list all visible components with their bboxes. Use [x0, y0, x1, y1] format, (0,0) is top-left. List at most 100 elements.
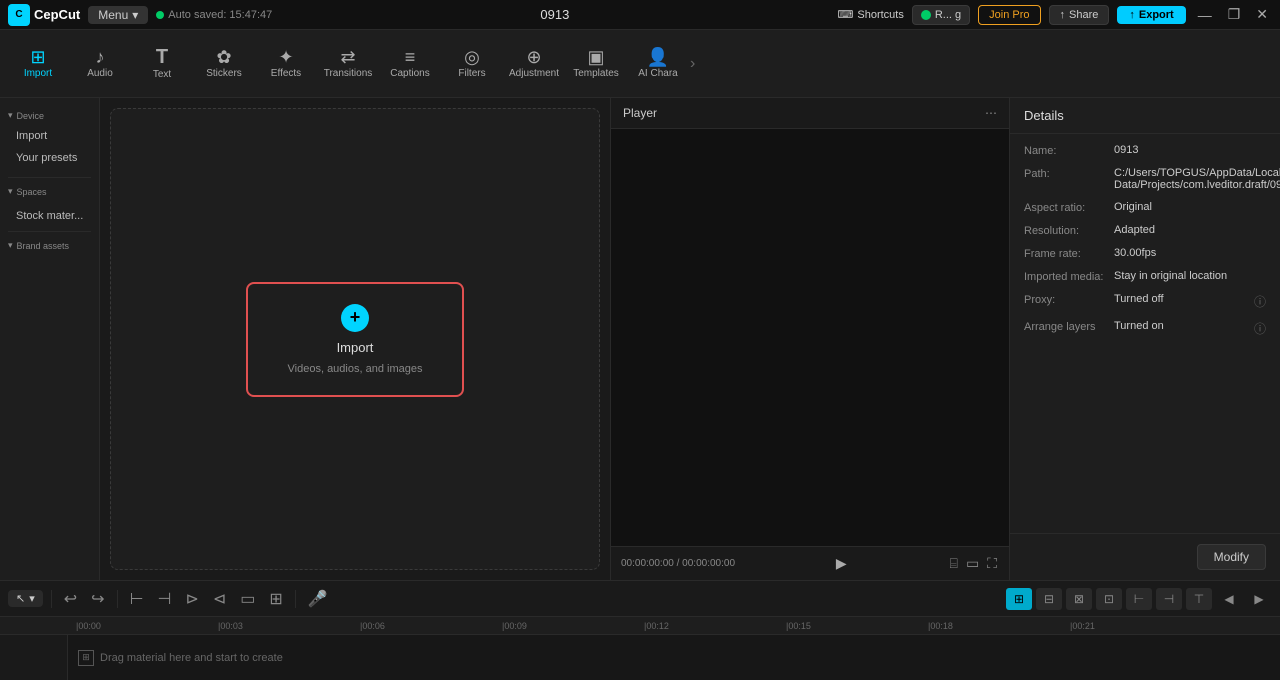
detail-label-path: Path:	[1024, 167, 1114, 180]
app-logo: C CepCut	[8, 4, 80, 26]
tl-clip-snap-button[interactable]: ⊞	[1006, 588, 1032, 610]
project-name: 0913	[280, 7, 829, 22]
drag-hint: ⊞ Drag material here and start to create	[78, 650, 283, 666]
toolbar-templates[interactable]: ▣ Templates	[566, 34, 626, 94]
player-play-button[interactable]: ▶	[830, 553, 853, 574]
cursor-select-dropdown[interactable]: ↖ ▾	[8, 590, 43, 607]
toolbar-filters[interactable]: ◎ Filters	[442, 34, 502, 94]
toolbar-more-button[interactable]: ›	[690, 55, 695, 73]
main-area: ▾ Device Import Your presets ▾ Spaces St…	[0, 98, 1280, 580]
transitions-icon: ⇄	[340, 48, 355, 66]
microphone-button[interactable]: 🎤	[304, 587, 332, 611]
back-frame-button[interactable]: ⊲	[209, 587, 230, 611]
share-button[interactable]: ↑ Share	[1049, 5, 1110, 25]
multi-select-button[interactable]: ⊞	[265, 587, 286, 611]
arrange-layers-info-icon[interactable]: ⓘ	[1254, 320, 1266, 337]
sidebar-item-your-presets[interactable]: Your presets	[8, 147, 91, 169]
ruler-mark-7: |00:21	[1070, 621, 1212, 631]
tl-fit-button[interactable]: ⊤	[1186, 588, 1212, 610]
detail-row-framerate: Frame rate: 30.00fps	[1024, 247, 1266, 260]
split-end-button[interactable]: ⊣	[154, 587, 176, 611]
import-button-box[interactable]: + Import Videos, audios, and images	[246, 282, 465, 397]
split-start-button[interactable]: ⊢	[126, 587, 148, 611]
timeline: ↖ ▾ ↩ ↪ ⊢ ⊣ ⊳ ⊲ ▭ ⊞ 🎤 ⊞ ⊟ ⊠ ⊡ ⊢ ⊣ ⊤ ◀ ▶ …	[0, 580, 1280, 680]
import-label: Import	[24, 68, 52, 79]
tl-link-button[interactable]: ⊟	[1036, 588, 1062, 610]
timeline-separator-3	[295, 590, 296, 608]
brand-section-header[interactable]: ▾ Brand assets	[8, 240, 91, 251]
toolbar-import[interactable]: ⊞ Import	[8, 34, 68, 94]
close-button[interactable]: ✕	[1252, 6, 1272, 23]
menu-button[interactable]: Menu ▾	[88, 6, 148, 24]
share-label: Share	[1069, 9, 1098, 21]
toolbar-effects[interactable]: ✦ Effects	[256, 34, 316, 94]
sidebar-item-import[interactable]: Import	[8, 125, 91, 147]
detail-row-resolution: Resolution: Adapted	[1024, 224, 1266, 237]
export-button[interactable]: ↑ Export	[1117, 6, 1185, 24]
player-screenshot-button[interactable]: ⌸	[948, 553, 960, 574]
player-menu-icon[interactable]: ⋯	[985, 106, 997, 120]
minimize-button[interactable]: —	[1194, 7, 1216, 23]
player-time-current: 00:00:00:00	[621, 558, 674, 569]
sidebar-divider-1	[8, 177, 91, 178]
captions-icon: ≡	[405, 48, 416, 66]
topbar-right-actions: ⌨ Shortcuts R... g Join Pro ↑ Share ↑ Ex…	[837, 5, 1272, 25]
tl-zoom-out-button[interactable]: ◀	[1216, 588, 1242, 610]
tl-left-align-button[interactable]: ⊢	[1126, 588, 1152, 610]
detail-label-framerate: Frame rate:	[1024, 247, 1114, 260]
detail-value-name: 0913	[1114, 144, 1266, 156]
auto-save-dot-icon	[156, 11, 164, 19]
player-controls: 00:00:00:00 / 00:00:00:00 ▶ ⌸ ▭ ⛶	[611, 546, 1009, 580]
shortcuts-icon: ⌨	[837, 8, 853, 21]
shortcuts-button[interactable]: ⌨ Shortcuts	[837, 8, 903, 21]
import-plus-icon: +	[341, 304, 369, 332]
spaces-section-header[interactable]: ▾ Spaces	[8, 186, 91, 197]
redo-button[interactable]: ↪	[87, 587, 108, 611]
drag-hint-text: Drag material here and start to create	[100, 652, 283, 664]
rang-label: R... g	[935, 9, 961, 21]
toolbar-transitions[interactable]: ⇄ Transitions	[318, 34, 378, 94]
player-aspect-button[interactable]: ▭	[964, 553, 981, 574]
modify-button[interactable]: Modify	[1197, 544, 1266, 570]
templates-label: Templates	[573, 68, 619, 79]
import-drop-area[interactable]: + Import Videos, audios, and images	[110, 108, 600, 570]
toolbar-ai-chara[interactable]: 👤 AI Chara	[628, 34, 688, 94]
detail-row-imported-media: Imported media: Stay in original locatio…	[1024, 270, 1266, 283]
import-icon: ⊞	[30, 48, 45, 66]
player-fullscreen-button[interactable]: ⛶	[985, 553, 999, 574]
templates-icon: ▣	[587, 48, 604, 66]
delete-button[interactable]: ▭	[236, 587, 259, 611]
spaces-section: ▾ Spaces	[0, 182, 99, 205]
tl-magnet-button[interactable]: ⊠	[1066, 588, 1092, 610]
toolbar-captions[interactable]: ≡ Captions	[380, 34, 440, 94]
timeline-right-tools: ⊞ ⊟ ⊠ ⊡ ⊢ ⊣ ⊤ ◀ ▶	[1006, 588, 1272, 610]
filters-icon: ◎	[464, 48, 480, 66]
restore-button[interactable]: ❐	[1224, 6, 1245, 23]
proxy-info-icon[interactable]: ⓘ	[1254, 293, 1266, 310]
tl-right-align-button[interactable]: ⊣	[1156, 588, 1182, 610]
toolbar-text[interactable]: T Text	[132, 34, 192, 94]
text-label: Text	[153, 69, 171, 80]
detail-label-name: Name:	[1024, 144, 1114, 157]
join-pro-button[interactable]: Join Pro	[978, 5, 1040, 25]
brand-chevron-icon: ▾	[8, 240, 13, 251]
tl-zoom-in-button[interactable]: ▶	[1246, 588, 1272, 610]
undo-button[interactable]: ↩	[60, 587, 81, 611]
forward-frame-button[interactable]: ⊳	[181, 587, 202, 611]
toolbar-adjustment[interactable]: ⊕ Adjustment	[504, 34, 564, 94]
player-view	[611, 129, 1009, 546]
details-footer: Modify	[1010, 533, 1280, 580]
toolbar-stickers[interactable]: ✿ Stickers	[194, 34, 254, 94]
top-bar: C CepCut Menu ▾ Auto saved: 15:47:47 091…	[0, 0, 1280, 30]
tl-center-button[interactable]: ⊡	[1096, 588, 1122, 610]
rang-button[interactable]: R... g	[912, 5, 970, 25]
details-panel: Details Name: 0913 Path: C:/Users/TOPGUS…	[1010, 98, 1280, 580]
details-body: Name: 0913 Path: C:/Users/TOPGUS/AppData…	[1010, 134, 1280, 533]
logo-icon: C	[8, 4, 30, 26]
sidebar: ▾ Device Import Your presets ▾ Spaces St…	[0, 98, 100, 580]
device-section-header[interactable]: ▾ Device	[8, 110, 91, 121]
sidebar-item-stock[interactable]: Stock mater...	[0, 205, 99, 227]
text-icon: T	[156, 47, 168, 67]
toolbar-audio[interactable]: ♪ Audio	[70, 34, 130, 94]
export-label: Export	[1139, 9, 1174, 21]
